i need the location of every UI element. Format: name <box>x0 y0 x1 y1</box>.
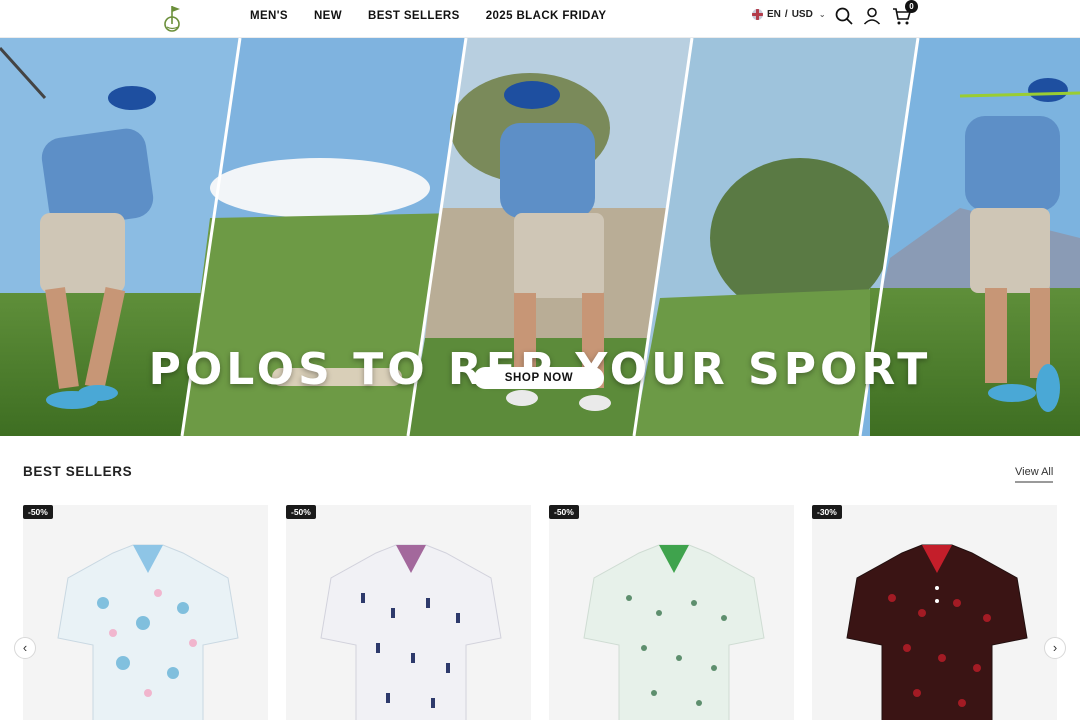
polo-shirt-image <box>57 544 239 720</box>
discount-badge: -50% <box>286 505 316 519</box>
chevron-down-icon: ⌄ <box>818 10 826 19</box>
cart-count-badge: 0 <box>905 0 918 13</box>
account-icon[interactable] <box>862 6 882 26</box>
product-card[interactable]: -30% <box>812 505 1057 720</box>
best-sellers-title: BEST SELLERS <box>23 464 133 479</box>
discount-badge: -50% <box>23 505 53 519</box>
nav-black-friday[interactable]: 2025 BLACK FRIDAY <box>486 10 607 22</box>
language-label: EN <box>767 9 781 20</box>
currency-label: USD <box>791 9 813 20</box>
locale-separator: / <box>784 9 788 20</box>
site-header: MEN'S NEW BEST SELLERS 2025 BLACK FRIDAY… <box>0 0 1080 38</box>
locale-selector[interactable]: EN / USD ⌄ <box>752 9 826 20</box>
search-icon[interactable] <box>834 6 854 26</box>
chevron-right-icon[interactable]: › <box>1044 637 1066 659</box>
view-all-link[interactable]: View All <box>1015 466 1054 483</box>
main-nav: MEN'S NEW BEST SELLERS 2025 BLACK FRIDAY <box>250 0 606 32</box>
product-card[interactable]: -50% <box>286 505 531 720</box>
nav-best-sellers[interactable]: BEST SELLERS <box>368 10 460 22</box>
polo-shirt-image <box>320 544 502 720</box>
hero-banner[interactable]: POLOS TO REP YOUR SPORT SHOP NOW <box>0 38 1080 436</box>
golf-flag-logo-icon[interactable] <box>158 2 186 32</box>
discount-badge: -50% <box>549 505 579 519</box>
nav-new[interactable]: NEW <box>314 10 342 22</box>
product-card[interactable]: -50% <box>23 505 268 720</box>
discount-badge: -30% <box>812 505 842 519</box>
flag-icon <box>752 9 763 20</box>
chevron-left-icon[interactable]: ‹ <box>14 637 36 659</box>
polo-shirt-image <box>846 544 1028 720</box>
nav-mens[interactable]: MEN'S <box>250 10 288 22</box>
polo-shirt-image <box>583 544 765 720</box>
product-card[interactable]: -50% <box>549 505 794 720</box>
shop-now-button[interactable]: SHOP NOW <box>474 367 604 389</box>
